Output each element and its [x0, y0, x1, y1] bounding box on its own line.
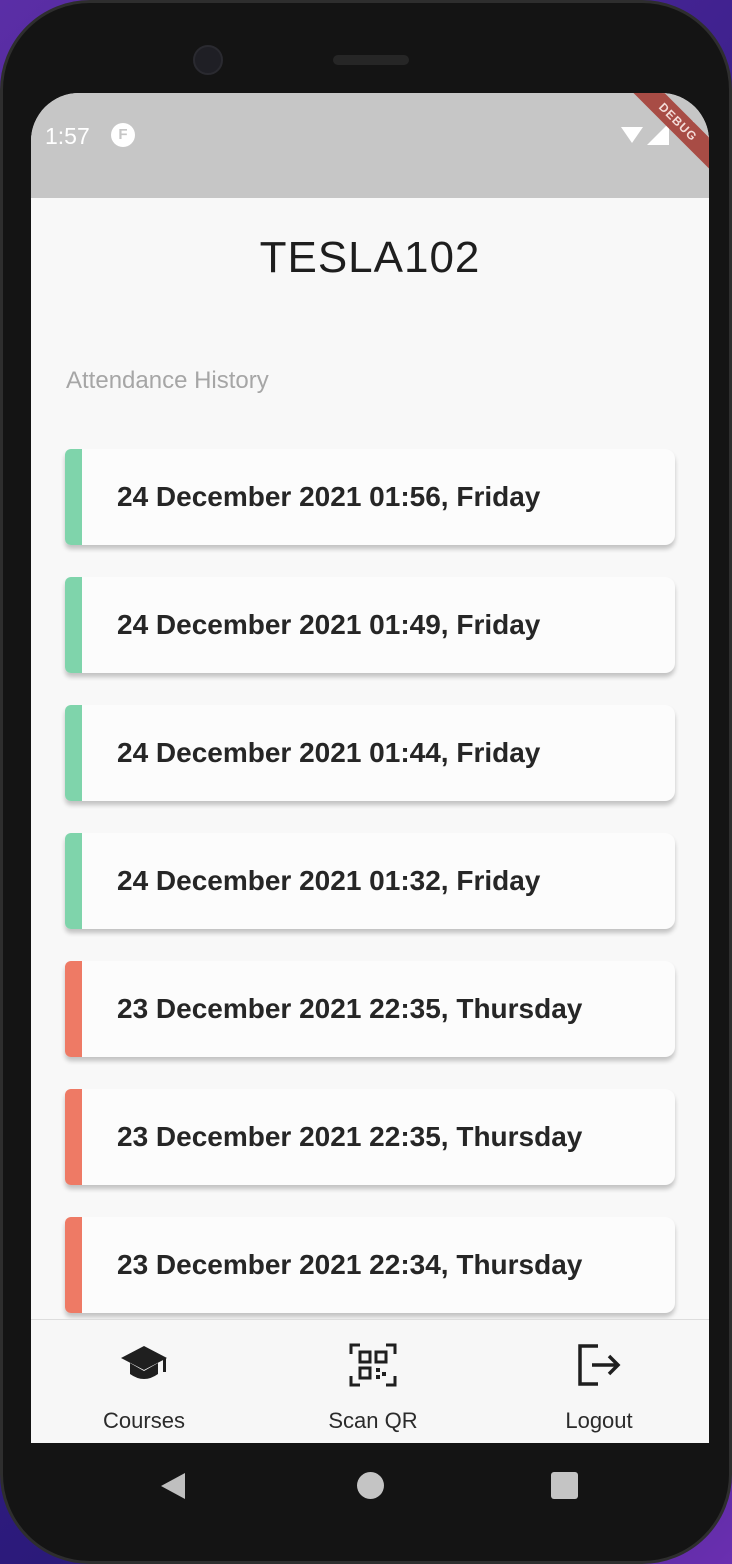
- nav-label-courses: Courses: [103, 1408, 185, 1433]
- status-time: 1:57: [45, 123, 90, 149]
- history-item[interactable]: 23 December 2021 22:35, Thursday: [65, 1089, 675, 1185]
- history-item[interactable]: 24 December 2021 01:49, Friday: [65, 577, 675, 673]
- wifi-icon: [621, 127, 643, 143]
- nav-courses[interactable]: Courses: [44, 1320, 244, 1443]
- back-icon[interactable]: [159, 1471, 187, 1501]
- status-indicator-bar: [65, 961, 82, 1057]
- app-notification-icon: F: [111, 123, 135, 147]
- history-item-text: 24 December 2021 01:44, Friday: [117, 737, 541, 768]
- history-item-text: 23 December 2021 22:35, Thursday: [117, 993, 583, 1024]
- status-indicator-bar: [65, 449, 82, 545]
- earpiece-speaker: [333, 55, 409, 65]
- nav-logout[interactable]: Logout: [499, 1320, 699, 1443]
- history-item[interactable]: 24 December 2021 01:44, Friday: [65, 705, 675, 801]
- attendance-history-list: 24 December 2021 01:56, Friday 24 Decemb…: [65, 449, 675, 1345]
- section-label: Attendance History: [66, 367, 269, 394]
- phone-frame: 1:57 F DEBUG TESLA102 Attendance History…: [0, 0, 732, 1564]
- history-item-text: 24 December 2021 01:49, Friday: [117, 609, 541, 640]
- history-item[interactable]: 24 December 2021 01:56, Friday: [65, 449, 675, 545]
- qr-code-icon: [349, 1343, 397, 1387]
- nav-label-logout: Logout: [565, 1408, 633, 1433]
- status-indicator-bar: [65, 833, 82, 929]
- history-item[interactable]: 23 December 2021 22:34, Thursday: [65, 1217, 675, 1313]
- home-button[interactable]: [357, 1472, 384, 1499]
- status-indicator-bar: [65, 705, 82, 801]
- status-bar: 1:57 F DEBUG: [31, 93, 709, 198]
- app-screen: 1:57 F DEBUG TESLA102 Attendance History…: [31, 93, 709, 1443]
- status-indicator-bar: [65, 577, 82, 673]
- status-indicator-bar: [65, 1089, 82, 1185]
- history-item-text: 23 December 2021 22:35, Thursday: [117, 1121, 583, 1152]
- page-title: TESLA102: [259, 233, 481, 282]
- status-indicator-bar: [65, 1217, 82, 1313]
- graduation-cap-icon: [121, 1346, 167, 1379]
- bottom-navigation: Courses Scan QR Logout: [31, 1319, 709, 1443]
- recents-button[interactable]: [551, 1472, 578, 1499]
- history-item-text: 24 December 2021 01:56, Friday: [117, 481, 541, 512]
- front-camera: [193, 45, 223, 75]
- nav-scan-qr[interactable]: Scan QR: [273, 1320, 473, 1443]
- history-item-text: 24 December 2021 01:32, Friday: [117, 865, 541, 896]
- history-item[interactable]: 23 December 2021 22:35, Thursday: [65, 961, 675, 1057]
- nav-label-scan-qr: Scan QR: [328, 1408, 418, 1433]
- logout-icon: [578, 1344, 621, 1386]
- signal-icon: [647, 123, 669, 145]
- history-item-text: 23 December 2021 22:34, Thursday: [117, 1249, 583, 1280]
- history-item[interactable]: 24 December 2021 01:32, Friday: [65, 833, 675, 929]
